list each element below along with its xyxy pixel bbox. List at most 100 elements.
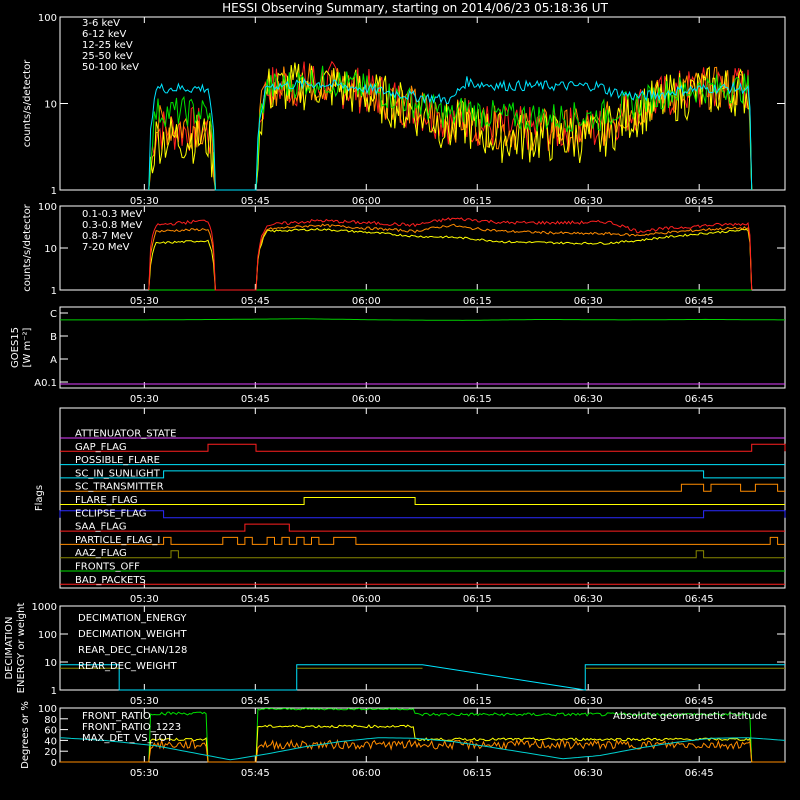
p5-xtick-label-0: 05:30: [130, 696, 159, 707]
decim-legend-3: REAR_DEC_WEIGHT: [78, 661, 177, 672]
lowE-legend-1: 6-12 keV: [82, 29, 126, 40]
p6-ytick-label-5: 100: [38, 704, 57, 715]
p4-flag-label-7: SAA_FLAG: [75, 522, 126, 533]
p6-legend-3: Absolute geomagnetic latitude: [613, 711, 767, 722]
p4-flag-line-7: [60, 523, 785, 532]
p4-xtick-label-4: 06:30: [574, 594, 603, 605]
p2-xtick-label-2: 06:00: [352, 296, 381, 307]
p4-flag-line-6: [59, 510, 786, 519]
plot-canvas: HESSI Observing Summary, starting on 201…: [4, 1, 786, 779]
lowE-legend-4: 50-100 keV: [82, 62, 139, 73]
p4-flag-label-11: BAD_PACKETS: [75, 575, 146, 586]
p5-ylabel-2: ENERGY or weight: [16, 603, 27, 694]
highE-legend-3: 7-20 MeV: [82, 242, 130, 253]
highE-ytick-label-1: 10: [44, 244, 57, 255]
p4-ylabel: Flags: [34, 485, 45, 511]
p2-frame: [59, 205, 786, 291]
p4-flag-label-9: AAZ_FLAG: [75, 548, 127, 559]
p4-flag-line-4: [60, 483, 785, 492]
p6-legend-1: FRONT_RATIO_1223: [82, 722, 181, 733]
p6-xtick-label-0: 05:30: [130, 768, 159, 779]
p4-flag-label-0: ATTENUATOR_STATE: [75, 429, 176, 440]
p1-xtick-label-0: 05:30: [130, 196, 159, 207]
p3-ytick-label-1: A: [50, 355, 57, 366]
p4-flag-label-5: FLARE_FLAG: [75, 495, 138, 506]
p6-ytick-label-4: 80: [44, 715, 57, 726]
p4-xtick-label-3: 06:15: [463, 594, 492, 605]
p3-series-0: [60, 318, 785, 321]
highE-legend-0: 0.1-0.3 MeV: [82, 209, 142, 220]
decim-ytick-label-2: 100: [38, 630, 57, 641]
p3-xtick-label-0: 05:30: [130, 394, 159, 405]
p2-xtick-label-3: 06:15: [463, 296, 492, 307]
lowE-legend-3: 25-50 keV: [82, 51, 133, 62]
chart-title: HESSI Observing Summary, starting on 201…: [222, 1, 608, 15]
p4-flag-line-8: [60, 536, 785, 545]
p4-flag-label-10: FRONTS_OFF: [75, 562, 140, 573]
lowE-series-4: [148, 76, 753, 191]
p5-xtick-label-3: 06:15: [463, 696, 492, 707]
highE-legend-1: 0.3-0.8 MeV: [82, 220, 142, 231]
p4-flag-label-4: SC_TRANSMITTER: [75, 482, 164, 493]
p4-xtick-label-5: 06:45: [685, 594, 714, 605]
p6-legend-0: FRONT_RATIO: [82, 711, 151, 722]
p6-xtick-label-1: 05:45: [241, 768, 270, 779]
p5-xtick-label-2: 06:00: [352, 696, 381, 707]
decim-ytick-label-3: 1000: [32, 602, 57, 613]
p2-xtick-label-1: 05:45: [241, 296, 270, 307]
p6-ytick-label-0: 0: [51, 758, 57, 769]
p5-xtick-label-4: 06:30: [574, 696, 603, 707]
p3-ylabel: GOES15: [10, 327, 21, 368]
p3-ytick-label-0: A0.1: [34, 378, 57, 389]
p2-xtick-label-4: 06:30: [574, 296, 603, 307]
hessi-summary-plot: HESSI Observing Summary, starting on 201…: [0, 0, 800, 800]
p6-xtick-label-4: 06:30: [574, 768, 603, 779]
decim-ytick-label-0: 1: [51, 686, 57, 697]
p1-xtick-label-2: 06:00: [352, 196, 381, 207]
p4-flag-label-6: ECLIPSE_FLAG: [75, 508, 146, 519]
p4-flag-line-9: [60, 550, 785, 559]
p6-xtick-label-5: 06:45: [685, 768, 714, 779]
lowE-ytick-label-1: 10: [44, 100, 57, 111]
p3-xtick-label-2: 06:00: [352, 394, 381, 405]
p1-xtick-label-5: 06:45: [685, 196, 714, 207]
highE-series-0: [148, 217, 753, 291]
p5-xtick-label-1: 05:45: [241, 696, 270, 707]
p3-ytick-label-2: B: [50, 332, 57, 343]
p6-xtick-label-2: 06:00: [352, 768, 381, 779]
p6-ytick-label-1: 20: [44, 747, 57, 758]
p4-xtick-label-0: 05:30: [130, 594, 159, 605]
highE-ytick-label-2: 100: [38, 202, 57, 213]
p6-ytick-label-2: 40: [44, 736, 57, 747]
p4-flag-line-5: [60, 497, 785, 505]
p3-xtick-label-3: 06:15: [463, 394, 492, 405]
p5-xtick-label-5: 06:45: [685, 696, 714, 707]
lowE-legend-0: 3-6 keV: [82, 18, 120, 29]
p6-ytick-label-3: 60: [44, 726, 57, 737]
p4-xtick-label-2: 06:00: [352, 594, 381, 605]
p4-flag-label-1: GAP_FLAG: [75, 442, 127, 453]
p3-xtick-label-5: 06:45: [685, 394, 714, 405]
decim-legend-1: DECIMATION_WEIGHT: [78, 629, 187, 640]
p4-xtick-label-1: 05:45: [241, 594, 270, 605]
p1-xtick-label-4: 06:30: [574, 196, 603, 207]
p3-ytick-label-3: C: [50, 309, 57, 320]
decim-ytick-label-1: 10: [44, 658, 57, 669]
lowE-series-0: [148, 60, 753, 191]
p1-ylabel: counts/s/detector: [22, 59, 33, 147]
lowE-ytick-label-0: 1: [51, 186, 57, 197]
p1-xtick-label-1: 05:45: [241, 196, 270, 207]
highE-legend-2: 0.8-7 MeV: [82, 231, 133, 242]
p4-flag-label-2: POSSIBLE_FLARE: [75, 455, 160, 466]
p3-xtick-label-1: 05:45: [241, 394, 270, 405]
decim-legend-0: DECIMATION_ENERGY: [78, 613, 187, 624]
p5-ylabel-1: DECIMATION: [4, 616, 15, 679]
p6-xtick-label-3: 06:15: [463, 768, 492, 779]
p6-legend-2: MAX_DET_VS_TOT: [82, 733, 174, 744]
lowE-legend-2: 12-25 keV: [82, 40, 133, 51]
p2-xtick-label-0: 05:30: [130, 296, 159, 307]
highE-series-2: [148, 227, 753, 291]
decim-legend-2: REAR_DEC_CHAN/128: [78, 645, 187, 656]
p2-xtick-label-5: 06:45: [685, 296, 714, 307]
p2-ylabel: counts/s/detector: [22, 203, 33, 291]
